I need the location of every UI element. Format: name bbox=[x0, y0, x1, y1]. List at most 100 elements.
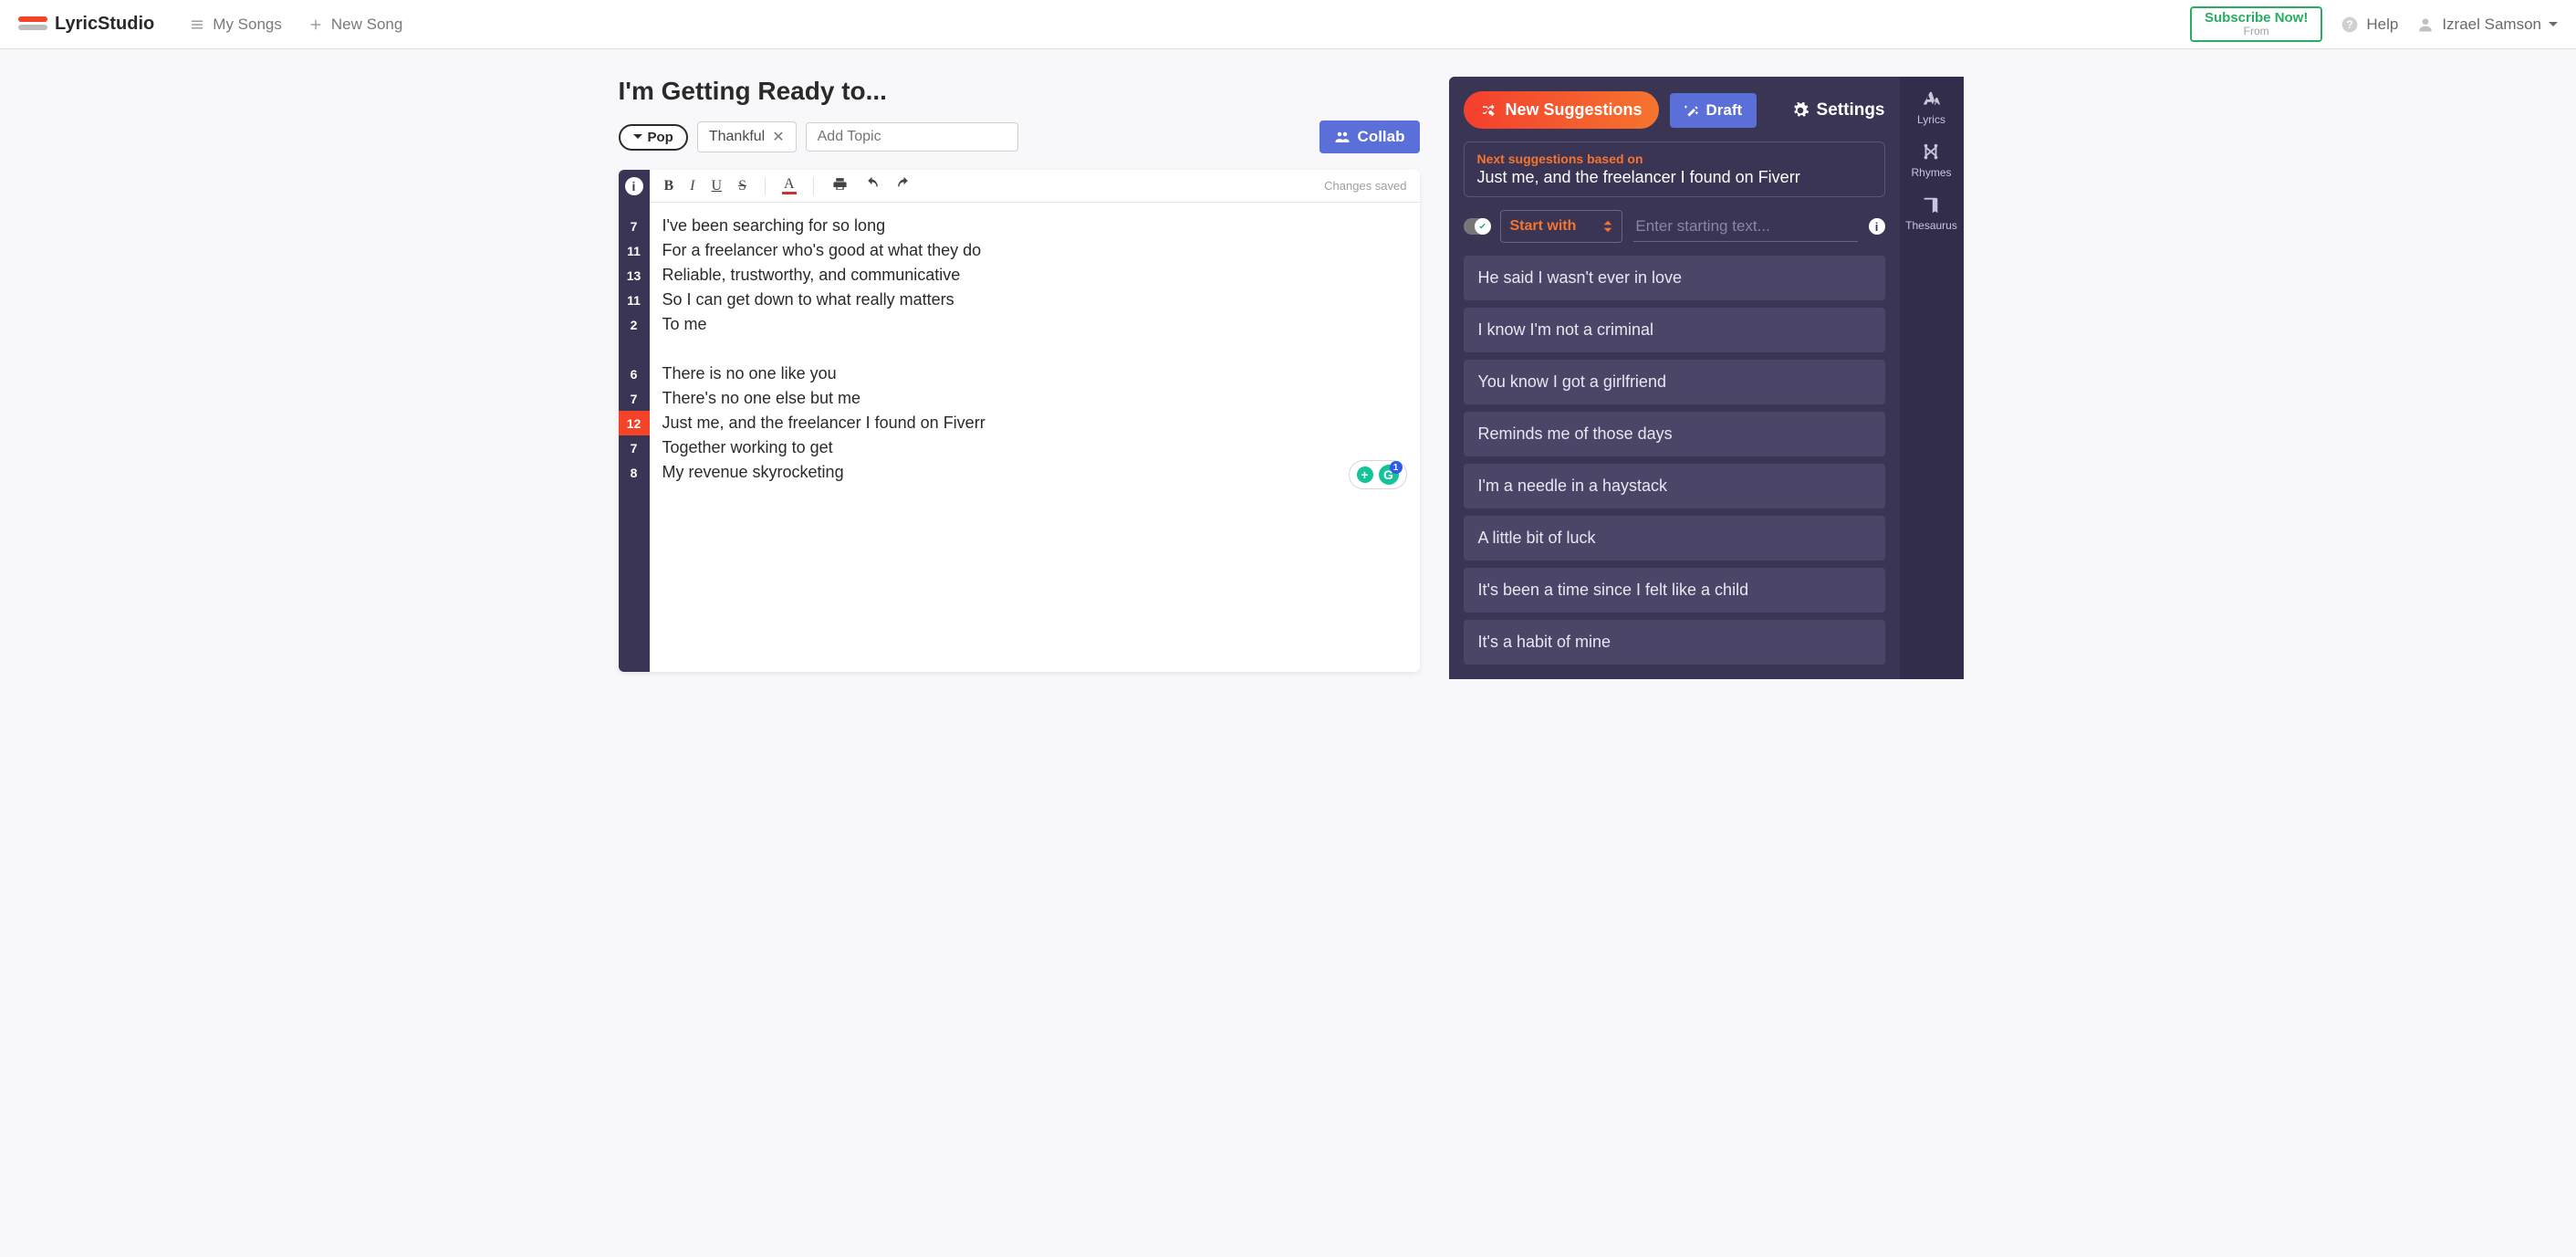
editor-toolbar: B I U S A Changes saved bbox=[650, 170, 1420, 203]
side-lyrics-label: Lyrics bbox=[1917, 113, 1945, 126]
logo-mark-icon bbox=[18, 16, 47, 33]
add-topic-input[interactable] bbox=[806, 122, 1018, 152]
gutter-count: 7 bbox=[619, 435, 650, 460]
bold-button[interactable]: B bbox=[662, 176, 676, 196]
gutter-count bbox=[619, 337, 650, 361]
start-toggle[interactable] bbox=[1464, 218, 1489, 235]
suggestion-item[interactable]: Reminds me of those days bbox=[1464, 412, 1885, 456]
gutter-count: 6 bbox=[619, 361, 650, 386]
genre-label: Pop bbox=[648, 130, 673, 145]
redo-icon bbox=[896, 176, 912, 192]
wand-icon bbox=[1684, 103, 1699, 118]
undo-button[interactable] bbox=[862, 174, 881, 198]
settings-label: Settings bbox=[1817, 100, 1885, 120]
editor-body: B I U S A Changes saved I've been search… bbox=[650, 170, 1420, 672]
lyric-line[interactable]: Reliable, trustworthy, and communicative bbox=[662, 263, 1407, 288]
check-icon bbox=[1477, 222, 1487, 232]
help-label: Help bbox=[2366, 16, 2398, 34]
help-icon: ? bbox=[2341, 16, 2359, 34]
suggestion-item[interactable]: It's been a time since I felt like a chi… bbox=[1464, 568, 1885, 613]
nav-links: My Songs New Song bbox=[189, 16, 402, 34]
grammarly-widget[interactable]: + G1 bbox=[1349, 460, 1407, 489]
topic-chip: Thankful ✕ bbox=[697, 121, 797, 152]
italic-button[interactable]: I bbox=[688, 176, 696, 196]
toggle-knob bbox=[1475, 218, 1491, 235]
song-title[interactable]: I'm Getting Ready to... bbox=[619, 77, 1420, 106]
context-box: Next suggestions based on Just me, and t… bbox=[1464, 141, 1885, 197]
start-mode-select[interactable]: Start with bbox=[1500, 210, 1623, 243]
gutter-count: 13 bbox=[619, 263, 650, 288]
lyric-line[interactable]: Together working to get bbox=[662, 435, 1407, 460]
collab-button[interactable]: Collab bbox=[1319, 120, 1420, 153]
gutter-count: 11 bbox=[619, 288, 650, 312]
grammarly-icon: G1 bbox=[1379, 465, 1399, 485]
app-header: LyricStudio My Songs New Song Subscribe … bbox=[0, 0, 2576, 49]
suggestion-item[interactable]: He said I wasn't ever in love bbox=[1464, 256, 1885, 300]
suggestions-panel: New Suggestions Draft Settings Next sugg… bbox=[1449, 77, 1964, 679]
subscribe-line1: Subscribe Now! bbox=[2205, 11, 2308, 26]
nav-new-song-label: New Song bbox=[331, 16, 402, 34]
help-link[interactable]: ? Help bbox=[2341, 16, 2398, 34]
side-rhymes-label: Rhymes bbox=[1911, 166, 1951, 179]
lyric-line[interactable]: There's no one else but me bbox=[662, 386, 1407, 411]
side-tab-lyrics[interactable]: Lyrics bbox=[1917, 89, 1945, 126]
save-status: Changes saved bbox=[1324, 179, 1406, 193]
caret-down-icon bbox=[2549, 20, 2558, 29]
print-button[interactable] bbox=[830, 174, 850, 198]
suggestion-item[interactable]: It's a habit of mine bbox=[1464, 620, 1885, 665]
toolbar-separator bbox=[765, 177, 766, 195]
svg-text:?: ? bbox=[2347, 19, 2353, 31]
new-suggestions-button[interactable]: New Suggestions bbox=[1464, 91, 1659, 129]
brand-name: LyricStudio bbox=[55, 14, 154, 35]
genre-chip[interactable]: Pop bbox=[619, 124, 688, 151]
new-suggestions-label: New Suggestions bbox=[1506, 100, 1643, 120]
suggestion-item[interactable]: You know I got a girlfriend bbox=[1464, 360, 1885, 404]
user-avatar-icon bbox=[2416, 16, 2435, 34]
lyric-line[interactable] bbox=[662, 337, 1407, 361]
nav-my-songs[interactable]: My Songs bbox=[189, 16, 282, 34]
grammarly-add-icon: + bbox=[1357, 466, 1373, 483]
subscribe-button[interactable]: Subscribe Now! From bbox=[2190, 6, 2322, 43]
start-info-icon[interactable]: i bbox=[1869, 218, 1885, 235]
print-icon bbox=[832, 176, 848, 192]
settings-button[interactable]: Settings bbox=[1791, 100, 1885, 120]
gutter-count: 8 bbox=[619, 460, 650, 485]
draft-button[interactable]: Draft bbox=[1670, 93, 1757, 128]
nav-new-song[interactable]: New Song bbox=[308, 16, 402, 34]
editor-column: I'm Getting Ready to... Pop Thankful ✕ C… bbox=[613, 77, 1420, 672]
gutter-count: 7 bbox=[619, 386, 650, 411]
suggestion-item[interactable]: I know I'm not a criminal bbox=[1464, 308, 1885, 352]
side-thesaurus-label: Thesaurus bbox=[1905, 219, 1957, 232]
suggestions-list: He said I wasn't ever in love I know I'm … bbox=[1464, 256, 1885, 679]
user-menu[interactable]: Izrael Samson bbox=[2416, 16, 2558, 34]
chevron-down-icon bbox=[633, 132, 642, 141]
start-text-input[interactable] bbox=[1633, 212, 1857, 242]
underline-button[interactable]: U bbox=[710, 176, 725, 196]
brand-logo[interactable]: LyricStudio bbox=[18, 14, 154, 35]
panel-sidebar: Lyrics Rhymes Thesaurus bbox=[1900, 77, 1964, 679]
main-content: I'm Getting Ready to... Pop Thankful ✕ C… bbox=[613, 49, 1964, 679]
lyric-line[interactable]: To me bbox=[662, 312, 1407, 337]
gutter-info-icon[interactable]: i bbox=[625, 177, 643, 195]
side-tab-rhymes[interactable]: Rhymes bbox=[1911, 142, 1951, 179]
text-size-icon bbox=[1921, 89, 1941, 110]
collab-label: Collab bbox=[1358, 128, 1405, 146]
draft-label: Draft bbox=[1706, 101, 1743, 120]
suggestion-item[interactable]: A little bit of luck bbox=[1464, 516, 1885, 560]
redo-button[interactable] bbox=[894, 174, 913, 198]
topic-remove-icon[interactable]: ✕ bbox=[772, 128, 784, 146]
lyrics-editor[interactable]: I've been searching for so longFor a fre… bbox=[650, 203, 1420, 496]
strikethrough-button[interactable]: S bbox=[736, 176, 748, 196]
toolbar-separator bbox=[813, 177, 814, 195]
side-tab-thesaurus[interactable]: Thesaurus bbox=[1905, 195, 1957, 232]
undo-icon bbox=[864, 176, 880, 192]
text-color-button[interactable]: A bbox=[782, 177, 797, 194]
suggestion-item[interactable]: I'm a needle in a haystack bbox=[1464, 464, 1885, 508]
lyric-line[interactable]: There is no one like you bbox=[662, 361, 1407, 386]
lyric-line[interactable]: So I can get down to what really matters bbox=[662, 288, 1407, 312]
start-mode-label: Start with bbox=[1510, 218, 1577, 235]
lyric-line[interactable]: For a freelancer who's good at what they… bbox=[662, 238, 1407, 263]
lyric-line[interactable]: I've been searching for so long bbox=[662, 214, 1407, 238]
lyric-line[interactable]: Just me, and the freelancer I found on F… bbox=[662, 411, 1407, 435]
lyric-line[interactable]: My revenue skyrocketing bbox=[662, 460, 1407, 485]
